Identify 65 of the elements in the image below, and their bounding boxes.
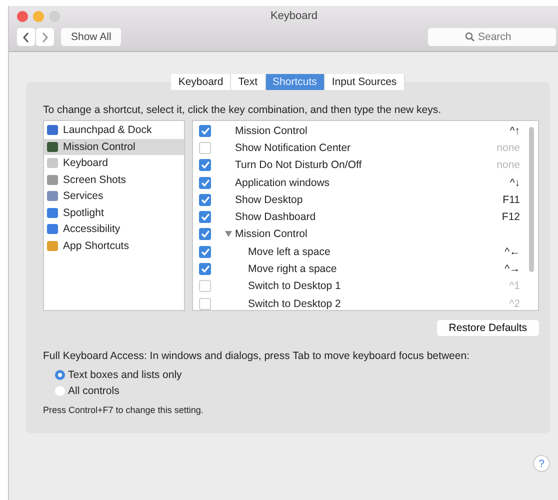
help-button[interactable]: ? (533, 455, 550, 472)
category-icon (47, 224, 58, 234)
shortcut-label[interactable]: Switch to Desktop 1 (248, 280, 341, 292)
category-item[interactable]: App Shortcuts (44, 238, 184, 254)
scrollbar[interactable] (529, 127, 534, 272)
checkbox[interactable] (199, 228, 211, 240)
shortcut-label[interactable]: Mission Control (235, 228, 308, 240)
full-keyboard-access-label: Full Keyboard Access: In windows and dialogs, press Tab to move keyboard focus between: (43, 350, 470, 362)
shortcut-label[interactable]: Application windows (235, 176, 330, 189)
shortcut-label[interactable]: Move left a space (248, 246, 330, 258)
category-icon (47, 142, 58, 152)
checkbox[interactable] (199, 176, 211, 189)
checkbox[interactable] (199, 263, 211, 276)
checkbox[interactable] (199, 298, 211, 310)
checkbox[interactable] (199, 280, 211, 292)
tab[interactable]: Input Sources (324, 74, 405, 90)
tab[interactable]: Text (231, 74, 266, 90)
checkbox[interactable] (199, 194, 211, 206)
shortcut-keys[interactable]: ^← (504, 246, 520, 258)
shortcut-keys[interactable]: ^↑ (510, 124, 520, 137)
chevron-left-icon (22, 32, 30, 42)
category-item[interactable]: Launchpad & Dock (44, 122, 184, 138)
category-icon (47, 240, 58, 251)
close-icon[interactable] (17, 10, 28, 22)
category-item[interactable]: Accessibility (44, 221, 184, 238)
category-icon (47, 191, 58, 202)
tab[interactable]: Keyboard (171, 74, 232, 90)
checkbox[interactable] (199, 124, 211, 137)
shortcut-label[interactable]: Show Notification Center (235, 142, 351, 154)
shortcut-label[interactable]: Turn Do Not Disturb On/Off (235, 159, 362, 172)
category-icon (47, 125, 58, 136)
category-item[interactable]: Mission Control (44, 138, 184, 155)
category-item[interactable]: Screen Shots (44, 172, 184, 188)
shortcut-label[interactable]: Move right a space (248, 263, 337, 276)
category-icon (47, 158, 58, 168)
shortcut-keys[interactable]: F11 (502, 194, 520, 206)
back-button[interactable] (17, 28, 35, 46)
category-icon (47, 208, 58, 218)
radio-button[interactable] (55, 370, 65, 380)
shortcut-keys[interactable]: F12 (502, 211, 520, 224)
shortcut-keys[interactable]: ^→ (504, 263, 520, 276)
shortcut-label[interactable]: Mission Control (235, 124, 308, 137)
disclosure-triangle-icon[interactable] (225, 231, 232, 238)
checkbox[interactable] (199, 159, 211, 172)
window-title: Keyboard (270, 10, 318, 22)
radio-label[interactable]: Text boxes and lists only (68, 369, 182, 381)
checkbox[interactable] (199, 246, 211, 258)
shortcut-label[interactable]: Switch to Desktop 2 (248, 298, 341, 310)
category-item[interactable]: Spotlight (44, 204, 184, 221)
shortcut-label[interactable]: Show Dashboard (235, 211, 316, 224)
instruction-text: To change a shortcut, select it, click the key combination, and then type the new keys. (43, 104, 442, 116)
checkbox[interactable] (199, 142, 211, 154)
restore-defaults-button[interactable]: Restore Defaults (436, 320, 539, 336)
chevron-right-icon (41, 32, 49, 42)
hint-text: Press Control+F7 to change this setting. (43, 405, 204, 415)
category-icon (47, 174, 58, 185)
category-item[interactable]: Services (44, 188, 184, 204)
radio-button[interactable] (55, 386, 65, 396)
search-field[interactable]: Search (428, 28, 556, 46)
shortcut-label[interactable]: Show Desktop (235, 194, 303, 206)
show-all-button[interactable]: Show All (61, 28, 122, 46)
category-item[interactable]: Keyboard (44, 155, 184, 172)
checkbox[interactable] (199, 211, 211, 224)
radio-label[interactable]: All controls (68, 385, 120, 397)
shortcut-keys[interactable]: ^↓ (510, 176, 520, 189)
